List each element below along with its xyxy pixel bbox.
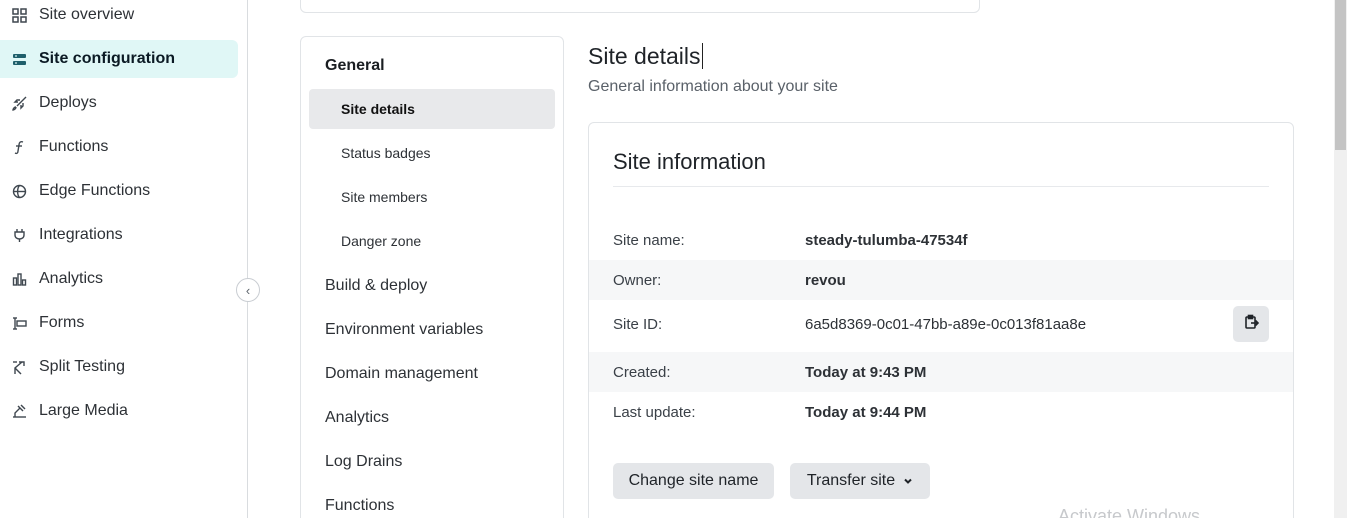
sidebar-item-site-overview[interactable]: Site overview: [0, 0, 238, 34]
subnav-item-site-details[interactable]: Site details: [309, 89, 555, 129]
divider: [613, 186, 1269, 187]
rocket-icon: [11, 95, 27, 111]
sidebar: Site overview Site configuration Deploys…: [0, 0, 248, 518]
sidebar-item-forms[interactable]: Forms: [0, 304, 238, 342]
row-label: Owner:: [613, 271, 662, 289]
sidebar-item-label: Large Media: [39, 402, 128, 419]
sidebar-item-functions[interactable]: Functions: [0, 128, 238, 166]
subnav-item-danger-zone[interactable]: Danger zone: [309, 221, 555, 261]
sidebar-item-split-testing[interactable]: Split Testing: [0, 348, 238, 386]
bar-chart-icon: [11, 271, 27, 287]
sidebar-item-deploys[interactable]: Deploys: [0, 84, 238, 122]
sidebar-item-large-media[interactable]: Large Media: [0, 392, 238, 430]
button-label: Transfer site: [806, 472, 896, 489]
row-label: Last update:: [613, 403, 696, 421]
chevron-left-icon: ‹: [245, 282, 251, 298]
info-row-created: Created: Today at 9:43 PM: [589, 352, 1293, 392]
server-icon: [11, 51, 27, 67]
subnav-analytics[interactable]: Analytics: [325, 409, 389, 427]
text-caret: [701, 43, 703, 69]
info-row-site-id: Site ID: 6a5d8369-0c01-47bb-a89e-0c013f8…: [589, 300, 1293, 348]
sidebar-item-label: Site configuration: [39, 50, 175, 67]
scrollbar[interactable]: [1334, 0, 1347, 518]
function-icon: [11, 139, 27, 155]
row-value: 6a5d8369-0c01-47bb-a89e-0c013f81aa8e: [805, 315, 1087, 333]
chevron-down-icon: [903, 476, 913, 486]
plug-icon: [11, 227, 27, 243]
form-icon: [11, 315, 27, 331]
top-card: [300, 0, 980, 13]
subnav-item-site-members[interactable]: Site members: [309, 177, 555, 217]
row-label: Site name:: [613, 231, 685, 249]
row-value: steady-tulumba-47534f: [805, 231, 968, 249]
info-row-last-update: Last update: Today at 9:44 PM: [589, 392, 1293, 432]
sidebar-item-integrations[interactable]: Integrations: [0, 216, 238, 254]
page-title: Site details: [588, 43, 703, 70]
subnav-general[interactable]: General: [325, 57, 385, 75]
info-row-site-name: Site name: steady-tulumba-47534f: [589, 220, 1293, 260]
sidebar-item-analytics[interactable]: Analytics: [0, 260, 238, 298]
change-site-name-button[interactable]: Change site name: [613, 463, 774, 499]
sidebar-item-site-configuration[interactable]: Site configuration: [0, 40, 238, 78]
row-label: Created:: [613, 363, 671, 381]
subnav-build-deploy[interactable]: Build & deploy: [325, 277, 427, 295]
transfer-site-button[interactable]: Transfer site: [790, 463, 930, 499]
row-value: Today at 9:43 PM: [805, 363, 927, 381]
subnav-item-status-badges[interactable]: Status badges: [309, 133, 555, 173]
page-title-text: Site details: [588, 43, 701, 69]
media-icon: [11, 403, 27, 419]
sidebar-item-label: Integrations: [39, 226, 123, 243]
site-information-card: Site information Site name: steady-tulum…: [588, 122, 1294, 518]
sidebar-item-label: Functions: [39, 138, 109, 155]
sidebar-item-label: Site overview: [39, 6, 135, 23]
card-title: Site information: [613, 149, 766, 174]
globe-icon: [11, 183, 27, 199]
split-icon: [11, 359, 27, 375]
sidebar-item-label: Deploys: [39, 94, 97, 111]
row-value: Today at 9:44 PM: [805, 403, 927, 421]
collapse-sidebar-button[interactable]: ‹: [236, 278, 260, 302]
windows-activation-watermark: Activate Windows: [1058, 506, 1201, 518]
sidebar-item-label: Analytics: [39, 270, 104, 287]
info-row-owner: Owner: revou: [589, 260, 1293, 300]
subnav-log-drains[interactable]: Log Drains: [325, 453, 402, 471]
subnav-functions[interactable]: Functions: [325, 497, 394, 515]
clipboard-icon: [1243, 314, 1260, 335]
sidebar-item-label: Forms: [39, 314, 85, 331]
subnav-environment-variables[interactable]: Environment variables: [325, 321, 483, 339]
copy-site-id-button[interactable]: [1233, 306, 1269, 342]
row-value: revou: [805, 271, 846, 289]
sidebar-item-label: Edge Functions: [39, 182, 151, 199]
button-label: Change site name: [628, 472, 759, 489]
grid-icon: [11, 7, 27, 23]
row-label: Site ID:: [613, 315, 663, 333]
subnav-domain-management[interactable]: Domain management: [325, 365, 478, 383]
scrollbar-thumb[interactable]: [1335, 0, 1346, 150]
page-subtitle: General information about your site: [588, 78, 838, 95]
sidebar-item-label: Split Testing: [39, 358, 125, 375]
sidebar-item-edge-functions[interactable]: Edge Functions: [0, 172, 238, 210]
settings-subnav: General Site details Status badges Site …: [300, 36, 564, 518]
